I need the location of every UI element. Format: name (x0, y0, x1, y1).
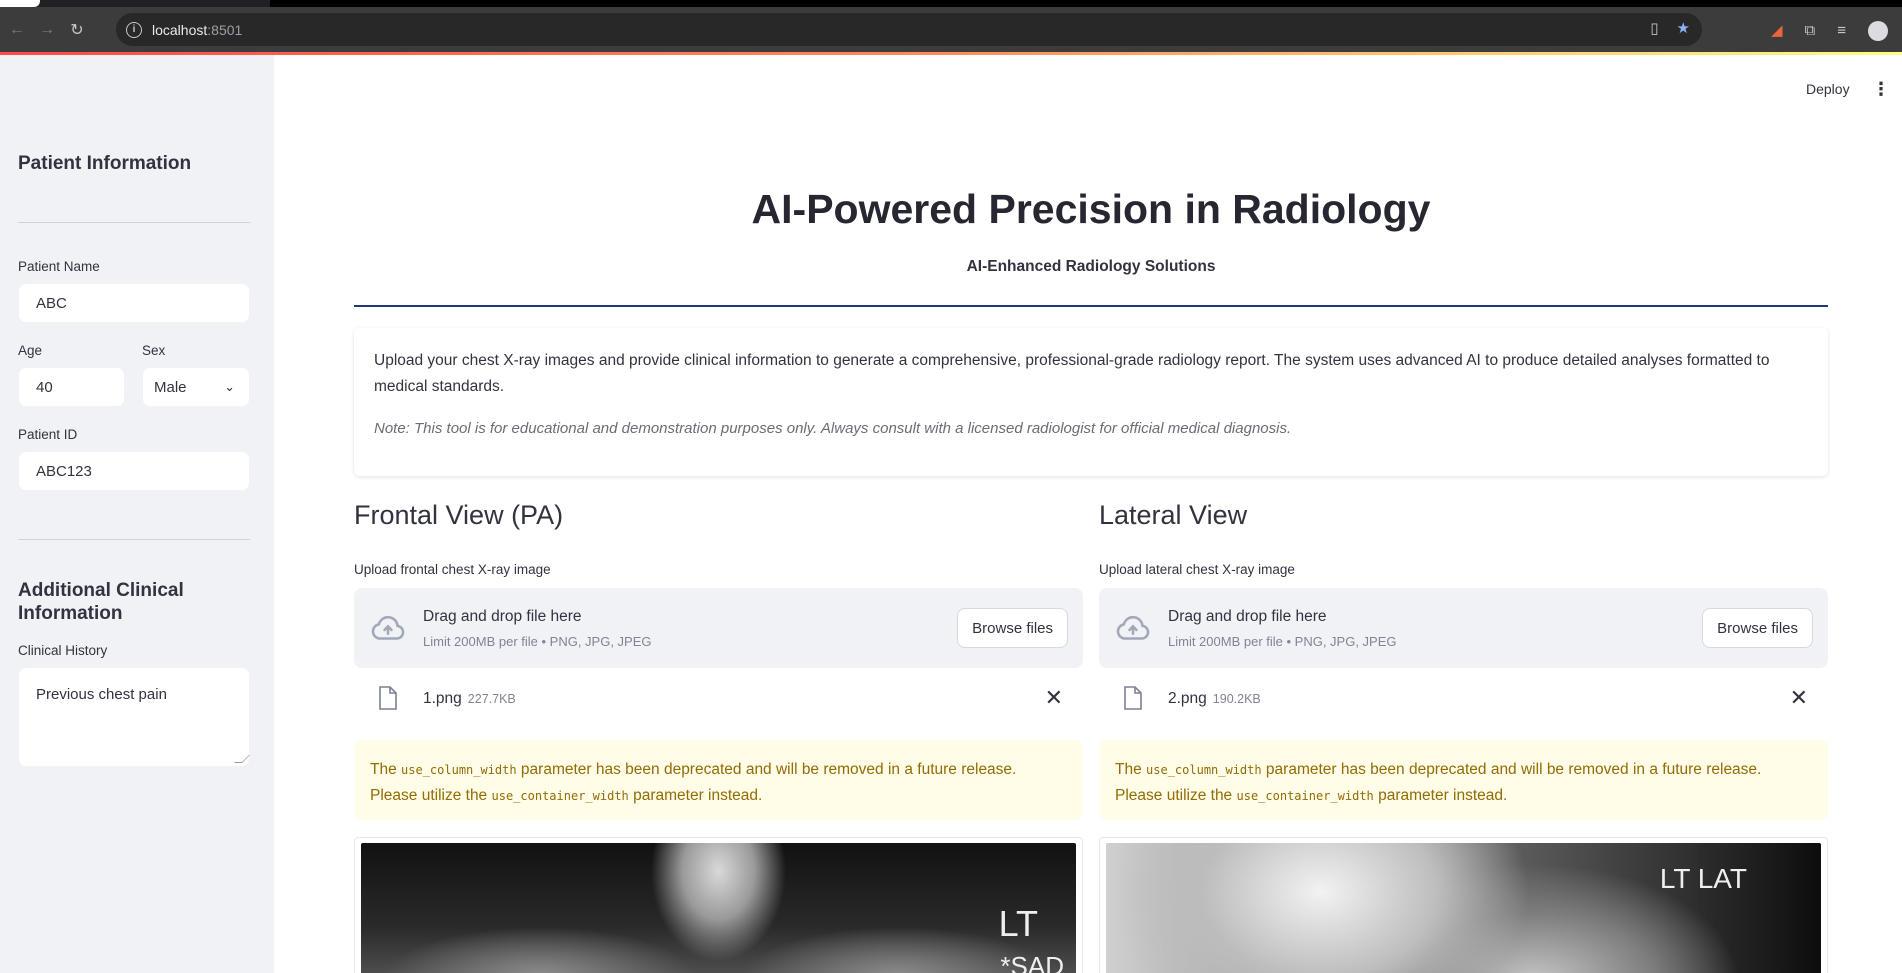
warning-code: use_column_width (1146, 763, 1262, 777)
dropzone-limit: Limit 200MB per file • PNG, JPG, JPEG (423, 634, 652, 649)
xray-marker-label: LT (998, 903, 1038, 944)
xray-marker-label: *SAD (1000, 951, 1064, 973)
extensions-puzzle-icon[interactable]: ⧉ (1805, 23, 1816, 41)
remove-file-close-icon[interactable]: ✕ (1790, 687, 1808, 709)
app-decoration-stripe (0, 52, 1902, 55)
warning-code: use_column_width (401, 763, 517, 777)
file-icon (1124, 686, 1142, 710)
clinical-history-label: Clinical History (18, 643, 108, 658)
reload-icon[interactable]: ↻ (64, 17, 90, 43)
page-subtitle: AI-Enhanced Radiology Solutions (966, 258, 1216, 275)
address-bar[interactable]: i localhost:8501 ▯ ★ (116, 13, 1702, 46)
age-input[interactable]: 40 (18, 367, 125, 407)
file-size: 190.2KB (1212, 692, 1261, 706)
warning-text: The (1115, 761, 1147, 778)
uploaded-file-row: 2.png 190.2KB ✕ (1099, 668, 1828, 730)
main-menu-icon[interactable]: ⋮ (1872, 80, 1890, 98)
warning-text: parameter instead. (628, 787, 763, 804)
media-queue-icon[interactable]: ≡ (1837, 23, 1846, 41)
intro-card: Upload your chest X-ray images and provi… (354, 328, 1828, 476)
sex-select-value: Male (154, 378, 187, 396)
forward-icon[interactable]: → (34, 17, 60, 43)
frontal-view-column: Frontal View (PA) Upload frontal chest X… (354, 500, 1083, 973)
file-dropzone[interactable]: Drag and drop file here Limit 200MB per … (354, 588, 1083, 668)
tab-strip-background (270, 0, 1902, 7)
browse-files-button[interactable]: Browse files (957, 608, 1068, 648)
deprecation-warning: The use_column_width parameter has been … (354, 740, 1083, 820)
dropzone-limit: Limit 200MB per file • PNG, JPG, JPEG (1168, 634, 1397, 649)
sidebar-divider (18, 539, 250, 540)
url-host: localhost (152, 21, 208, 38)
file-name-text: 1.png (423, 690, 462, 707)
title-divider (354, 305, 1828, 307)
frontal-xray-image: LT *SAD (361, 843, 1076, 973)
xray-image-frame: LT *SAD (354, 837, 1083, 973)
column-heading: Lateral View (1099, 500, 1248, 530)
page-icon[interactable]: ▯ (1650, 21, 1658, 37)
clinical-history-textarea[interactable]: Previous chest pain (18, 667, 250, 767)
sidebar-divider (18, 222, 250, 223)
dropzone-title: Drag and drop file here (423, 608, 582, 625)
warning-code: use_container_width (1236, 789, 1374, 803)
file-dropzone[interactable]: Drag and drop file here Limit 200MB per … (1099, 588, 1828, 668)
resize-grip-icon[interactable] (234, 755, 250, 763)
file-icon (379, 686, 397, 710)
url-port: :8501 (207, 21, 243, 38)
cloud-upload-icon (371, 615, 405, 640)
deploy-button[interactable]: Deploy (1806, 81, 1850, 97)
upload-label: Upload lateral chest X-ray image (1099, 562, 1295, 577)
lateral-xray-image: LT LAT (1106, 843, 1821, 973)
clinical-history-text: Previous chest pain (36, 686, 167, 703)
patient-id-label: Patient ID (18, 427, 78, 442)
cloud-upload-icon (1116, 615, 1150, 640)
xray-image-frame: LT LAT (1099, 837, 1828, 973)
chevron-down-icon: ⌄ (224, 379, 235, 394)
bookmark-star-icon[interactable]: ★ (1677, 21, 1690, 37)
file-name: 2.png 190.2KB (1168, 690, 1261, 708)
upload-label: Upload frontal chest X-ray image (354, 562, 551, 577)
sex-label: Sex (142, 343, 166, 358)
patient-id-input[interactable]: ABC123 (18, 451, 250, 491)
back-icon[interactable]: ← (4, 17, 30, 43)
patient-name-label: Patient Name (18, 259, 100, 274)
sex-select[interactable]: Male ⌄ (142, 367, 250, 407)
warning-text: The (370, 761, 402, 778)
remove-file-close-icon[interactable]: ✕ (1045, 687, 1063, 709)
disclaimer-note: Note: This tool is for educational and d… (374, 420, 1292, 437)
dropzone-title: Drag and drop file here (1168, 608, 1327, 625)
extension-icon[interactable]: ◢ (1771, 23, 1783, 41)
profile-avatar[interactable] (1868, 21, 1888, 41)
warning-text: parameter instead. (1373, 787, 1508, 804)
browser-toolbar: ← → ↻ i localhost:8501 ▯ ★ ◢ ⧉ ≡ (0, 7, 1902, 52)
browser-tab-strip (0, 0, 1902, 7)
file-name: 1.png 227.7KB (423, 690, 516, 708)
column-heading: Frontal View (PA) (354, 500, 564, 530)
file-size: 227.7KB (467, 692, 516, 706)
sidebar: Patient Information Patient Name ABC Age… (0, 55, 274, 973)
patient-info-heading: Patient Information (18, 153, 192, 174)
site-info-icon[interactable]: i (126, 21, 142, 38)
patient-name-input[interactable]: ABC (18, 283, 250, 323)
age-label: Age (18, 343, 43, 358)
xray-marker-label: LT LAT (1659, 863, 1747, 894)
file-name-text: 2.png (1168, 690, 1207, 707)
deprecation-warning: The use_column_width parameter has been … (1099, 740, 1828, 820)
lateral-view-column: Lateral View Upload lateral chest X-ray … (1099, 500, 1828, 973)
warning-code: use_container_width (491, 789, 629, 803)
browse-files-button[interactable]: Browse files (1702, 608, 1813, 648)
intro-text: Upload your chest X-ray images and provi… (374, 352, 1770, 395)
clinical-info-heading: Additional Clinical Information (18, 580, 184, 624)
page-title: AI-Powered Precision in Radiology (751, 186, 1431, 232)
uploaded-file-row: 1.png 227.7KB ✕ (354, 668, 1083, 730)
active-tab-edge[interactable] (0, 0, 40, 7)
